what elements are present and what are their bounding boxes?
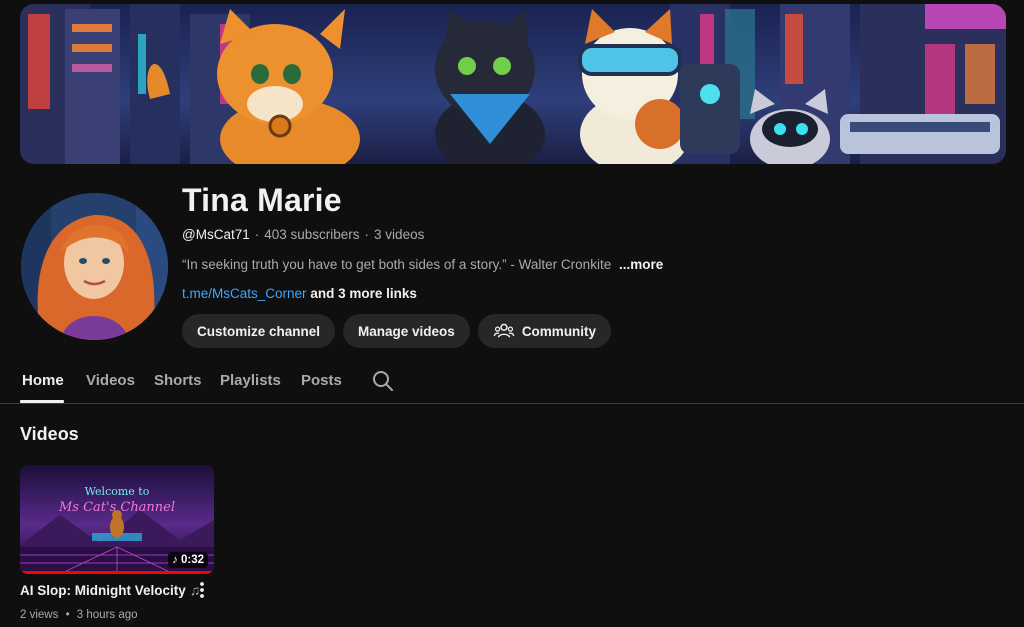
- channel-actions: Customize channel Manage videos Communit…: [182, 314, 612, 348]
- manage-videos-label: Manage videos: [358, 323, 455, 339]
- video-title-row: AI Slop: Midnight Velocity ♫: [20, 582, 214, 598]
- customize-channel-label: Customize channel: [197, 323, 321, 339]
- video-views: 2 views: [20, 609, 59, 621]
- community-icon: [493, 323, 515, 338]
- channel-meta: @MsCat71 · 403 subscribers · 3 videos: [182, 227, 424, 242]
- meta-separator: ·: [364, 227, 370, 242]
- community-label: Community: [521, 323, 597, 339]
- avatar-artwork: [21, 193, 168, 340]
- meta-separator: ·: [254, 227, 260, 242]
- description-more-link[interactable]: ...more: [619, 257, 663, 272]
- channel-name: Tina Marie: [182, 182, 342, 218]
- meta-separator: •: [65, 609, 70, 621]
- thumbnail-text-1: Welcome to: [85, 485, 150, 498]
- channel-tabs: Home Videos Shorts Playlists Posts: [0, 360, 1024, 404]
- subscriber-count: 403 subscribers: [264, 227, 360, 242]
- music-note-icon: ♪: [172, 554, 178, 566]
- more-options-icon[interactable]: [194, 580, 210, 600]
- video-duration: 0:32: [180, 554, 204, 566]
- video-card[interactable]: Welcome to Ms Cat's Channel ♪ 0:32 AI Sl…: [20, 465, 214, 621]
- video-count: 3 videos: [374, 227, 425, 242]
- video-duration-badge: ♪ 0:32: [168, 552, 208, 568]
- channel-page: Tina Marie @MsCat71 · 403 subscribers · …: [0, 0, 1024, 627]
- thumbnail-text-2: Ms Cat's Channel: [58, 500, 175, 515]
- community-button[interactable]: Community: [477, 314, 612, 348]
- banner-artwork: [20, 4, 1006, 164]
- video-meta: 2 views • 3 hours ago: [20, 609, 214, 621]
- channel-links: t.me/MsCats_Corner and 3 more links: [182, 286, 417, 301]
- tab-playlists[interactable]: Playlists: [220, 372, 281, 389]
- customize-channel-button[interactable]: Customize channel: [182, 314, 336, 348]
- tab-shorts[interactable]: Shorts: [154, 372, 202, 389]
- channel-avatar[interactable]: [21, 193, 168, 340]
- channel-banner: [20, 4, 1006, 164]
- channel-link[interactable]: t.me/MsCats_Corner: [182, 286, 307, 301]
- description-text: “In seeking truth you have to get both s…: [182, 257, 612, 272]
- channel-description[interactable]: “In seeking truth you have to get both s…: [182, 257, 663, 272]
- tab-home[interactable]: Home: [22, 372, 64, 389]
- more-links-link[interactable]: and 3 more links: [310, 286, 417, 301]
- section-title: Videos: [20, 424, 79, 444]
- watch-progress-bar: [20, 571, 214, 574]
- video-title[interactable]: AI Slop: Midnight Velocity: [20, 583, 186, 598]
- tab-posts[interactable]: Posts: [301, 372, 342, 389]
- search-icon[interactable]: [371, 369, 395, 393]
- channel-handle: @MsCat71: [182, 227, 250, 242]
- active-tab-indicator: [20, 400, 64, 403]
- manage-videos-button[interactable]: Manage videos: [343, 314, 470, 348]
- video-thumbnail[interactable]: Welcome to Ms Cat's Channel ♪ 0:32: [20, 465, 214, 574]
- video-age: 3 hours ago: [76, 609, 138, 621]
- tab-videos[interactable]: Videos: [86, 372, 135, 389]
